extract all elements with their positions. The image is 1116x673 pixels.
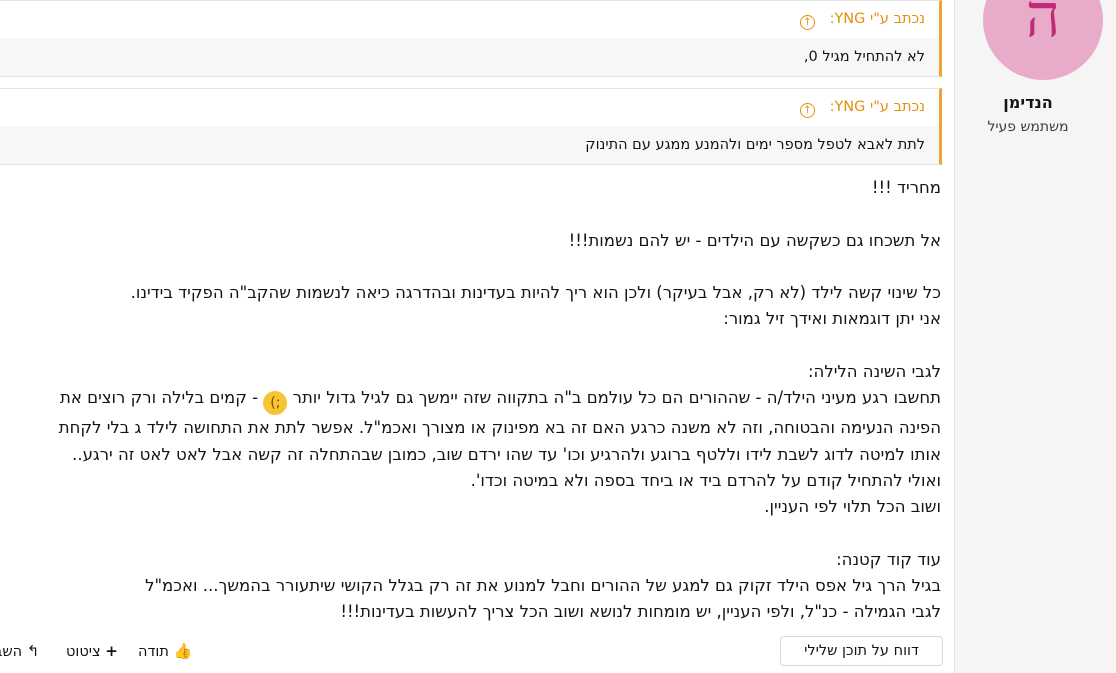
post-line: לגבי הגמילה - כנ"ל, ולפי העניין, יש מומח… <box>340 602 941 622</box>
reply-icon: ↰ <box>26 642 40 660</box>
quote-block: נכתב ע"י YNG: ↑ לתת לאבא לטפל מספר ימים … <box>0 88 942 165</box>
reply-button[interactable]: ↰ השב <box>0 642 39 660</box>
post-line: ושוב הכל תלוי לפי העניין. <box>764 497 941 517</box>
post-line: אל תשכחו גם כשקשה עם הילדים - יש להם נשמ… <box>568 230 941 250</box>
post-line: בגיל הרך גיל אפס הילד זקוק גם למגע של הה… <box>145 576 941 596</box>
quote-author[interactable]: נכתב ע"י YNG: <box>830 11 925 27</box>
wink-emoji-icon: ;) <box>263 391 288 416</box>
post-text: תחשבו רגע מעיני הילד/ה - שההורים הם כל ע… <box>292 388 941 408</box>
quote-label: ציטוט <box>66 644 101 660</box>
post-line: ואולי להתחיל קודם על להרדם ביד או ביחד ב… <box>470 470 941 490</box>
like-button[interactable]: 👍 תודה <box>138 642 192 660</box>
username[interactable]: הנדימן <box>955 93 1101 112</box>
post-line: עוד קוד קטנה: <box>836 549 941 569</box>
post-line: תחשבו רגע מעיני הילד/ה - שההורים הם כל ע… <box>0 385 941 416</box>
plus-icon: + <box>105 642 118 660</box>
post-line: לגבי השינה הלילה: <box>807 362 941 382</box>
reply-label: השב <box>0 644 23 660</box>
post-body: מחריד !!! אל תשכחו גם כשקשה עם הילדים - … <box>0 175 941 626</box>
quote-text: לתת לאבא לטפל מספר ימים ולהמנע ממגע עם ה… <box>0 126 939 164</box>
post-line: הפינה הנעימה והבטוחה, וזה לא משנה כרגע ה… <box>58 418 941 438</box>
post-line: אני יתן דוגמאות ואידך זיל גמור: <box>723 309 941 329</box>
thumbs-up-icon: 👍 <box>173 642 193 660</box>
user-sidebar: ה הנדימן משתמש פעיל <box>954 0 1116 673</box>
quote-block: נכתב ע"י YNG: ↑ לא להתחיל מגיל 0, <box>0 0 942 77</box>
post-text: - קמים בלילה ורק רוצים את <box>60 388 259 408</box>
quote-header[interactable]: נכתב ע"י YNG: ↑ <box>0 1 939 38</box>
avatar[interactable]: ה <box>983 0 1103 80</box>
post-line: כל שינוי קשה לילד (לא רק, אבל בעיקר) ולכ… <box>130 283 941 303</box>
post-line: מחריד !!! <box>871 178 941 197</box>
quote-header[interactable]: נכתב ע"י YNG: ↑ <box>0 89 939 126</box>
arrow-up-circle-icon[interactable]: ↑ <box>799 103 815 118</box>
user-title: משתמש פעיל <box>987 119 1069 135</box>
arrow-up-circle-icon[interactable]: ↑ <box>799 15 815 30</box>
like-label: תודה <box>138 644 169 660</box>
quote-button[interactable]: + ציטוט <box>66 642 118 660</box>
report-button[interactable]: דווח על תוכן שלילי <box>780 636 943 666</box>
quote-author[interactable]: נכתב ע"י YNG: <box>830 99 925 115</box>
post-line: אותו למיטה לדוג לשבת לידו וללטף ברוגע ול… <box>72 444 941 464</box>
post-area: נכתב ע"י YNG: ↑ לא להתחיל מגיל 0, נכתב ע… <box>0 0 955 673</box>
quote-text: לא להתחיל מגיל 0, <box>0 38 939 76</box>
